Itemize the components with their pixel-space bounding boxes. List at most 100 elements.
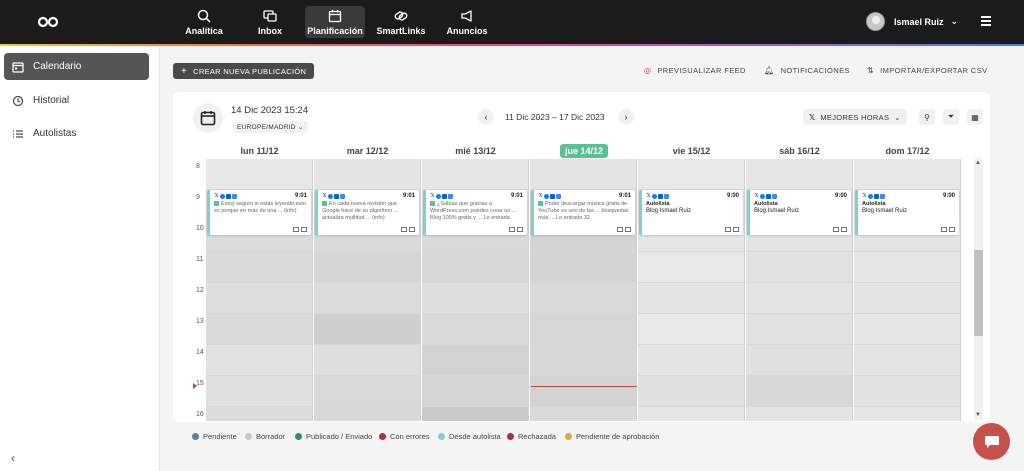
preview-icon[interactable] <box>833 227 839 232</box>
preview-icon[interactable] <box>941 227 947 232</box>
nav-ads[interactable]: Anuncios <box>445 6 489 38</box>
time-slot[interactable] <box>422 159 529 190</box>
time-slot[interactable] <box>746 376 853 407</box>
time-slot[interactable] <box>530 283 637 314</box>
filter-button[interactable]: ⏷ <box>943 109 959 125</box>
time-slot[interactable] <box>854 283 961 314</box>
time-slot[interactable] <box>638 376 745 407</box>
time-slot[interactable] <box>422 407 529 421</box>
time-slot[interactable] <box>854 345 961 376</box>
nav-inbox[interactable]: Inbox <box>250 6 290 38</box>
time-slot[interactable] <box>314 345 421 376</box>
time-slot[interactable] <box>530 252 637 283</box>
timezone-select[interactable]: EUROPE/MADRID ⌄ <box>233 121 308 133</box>
import-export-link[interactable]: ⇅ IMPORTAR/EXPORTAR CSV <box>867 66 988 75</box>
time-slot[interactable] <box>746 314 853 345</box>
time-slot[interactable] <box>206 314 313 345</box>
scroll-down-icon[interactable]: ▼ <box>975 412 981 418</box>
user-menu[interactable]: Ismael Ruiz ⌄ <box>866 12 958 31</box>
preview-icon[interactable] <box>617 227 623 232</box>
sidebar-item-history[interactable]: Historial <box>4 87 149 114</box>
time-slot[interactable] <box>314 314 421 345</box>
nav-analytics[interactable]: Analítica <box>180 6 228 38</box>
analytics-icon <box>197 9 211 23</box>
time-slot[interactable] <box>746 345 853 376</box>
time-slot[interactable] <box>530 159 637 190</box>
scheduled-post[interactable]: 𝕏 9:01 ¿Sabías que gracias a WordPress.co… <box>423 190 527 235</box>
copy-icon[interactable] <box>841 227 847 232</box>
chat-button[interactable] <box>973 423 1010 460</box>
time-slot[interactable] <box>854 314 961 345</box>
nav-smartlinks[interactable]: SmartLinks <box>376 6 426 38</box>
time-slot[interactable] <box>746 252 853 283</box>
next-week-button[interactable]: › <box>618 109 634 125</box>
collapse-sidebar-icon[interactable]: ‹ <box>11 451 15 465</box>
scroll-up-icon[interactable]: ▲ <box>975 160 981 166</box>
copy-icon[interactable] <box>949 227 955 232</box>
time-slot[interactable] <box>746 159 853 190</box>
sidebar-item-calendar[interactable]: Calendario <box>4 53 149 80</box>
scheduled-post[interactable]: 𝕏 9:01 Estoy seguro si estás leyendo esto… <box>207 190 311 235</box>
autolist-post[interactable]: 𝕏 9:00 Autolista Blog Ismael Ruiz <box>639 190 743 235</box>
nav-planning[interactable]: Planificación <box>305 6 365 38</box>
time-slot[interactable] <box>206 376 313 407</box>
time-slot[interactable] <box>314 159 421 190</box>
time-slot[interactable] <box>638 345 745 376</box>
time-slot[interactable] <box>206 407 313 421</box>
copy-icon[interactable] <box>517 227 523 232</box>
preview-icon[interactable] <box>401 227 407 232</box>
time-slot[interactable] <box>206 252 313 283</box>
time-slot[interactable] <box>314 252 421 283</box>
preview-icon[interactable] <box>293 227 299 232</box>
time-slot[interactable] <box>530 407 637 421</box>
best-hours-button[interactable]: 𝕏 MEJORES HORAS ⌄ <box>803 109 907 125</box>
scheduled-post[interactable]: 𝕏 9:01 En cada nueva revisión que Google … <box>315 190 419 235</box>
copy-icon[interactable] <box>733 227 739 232</box>
time-slot[interactable] <box>854 407 961 421</box>
autolist-post[interactable]: 𝕏 9:00 Autolista Blog Ismael Ruiz <box>747 190 851 235</box>
time-slot[interactable] <box>638 159 745 190</box>
autolist-post[interactable]: 𝕏 9:00 Autolista Blog Ismael Ruiz <box>855 190 959 235</box>
sidebar-item-autolists[interactable]: Autolistas <box>4 120 149 147</box>
legend-item: Rechazada <box>507 432 556 441</box>
time-slot[interactable] <box>314 407 421 421</box>
time-slot[interactable] <box>746 283 853 314</box>
time-slot[interactable] <box>530 345 637 376</box>
time-slot[interactable] <box>638 252 745 283</box>
preview-feed-link[interactable]: ◎ PREVISUALIZAR FEED <box>644 66 746 75</box>
logo-icon[interactable] <box>38 16 58 28</box>
time-slot[interactable] <box>638 283 745 314</box>
time-slot[interactable] <box>638 314 745 345</box>
scheduled-post[interactable]: 𝕏 9:01 Poder descargar música gratis de Y… <box>531 190 635 235</box>
time-slot[interactable] <box>422 376 529 407</box>
notifications-link[interactable]: 🔔︎ NOTIFICACIONES <box>764 66 850 75</box>
time-slot[interactable] <box>530 376 637 407</box>
time-slot[interactable] <box>422 252 529 283</box>
time-slot[interactable] <box>206 345 313 376</box>
time-slot[interactable] <box>206 283 313 314</box>
preview-icon[interactable] <box>725 227 731 232</box>
zoom-button[interactable]: ⚲ <box>919 109 935 125</box>
time-slot[interactable] <box>854 159 961 190</box>
time-slot[interactable] <box>854 376 961 407</box>
copy-icon[interactable] <box>409 227 415 232</box>
time-slot[interactable] <box>854 252 961 283</box>
create-post-button[interactable]: + CREAR NUEVA PUBLICACIÓN <box>173 63 315 79</box>
calendar-view-button[interactable]: ▦ <box>967 109 983 125</box>
copy-icon[interactable] <box>301 227 307 232</box>
time-slot[interactable] <box>314 376 421 407</box>
time-slot[interactable] <box>206 159 313 190</box>
time-slot[interactable] <box>422 283 529 314</box>
prev-week-button[interactable]: ‹ <box>478 109 494 125</box>
time-slot[interactable] <box>746 407 853 421</box>
preview-icon[interactable] <box>509 227 515 232</box>
sidebar-item-label: Autolistas <box>33 128 77 139</box>
menu-icon[interactable] <box>981 16 991 26</box>
copy-icon[interactable] <box>625 227 631 232</box>
grid-scrollbar-thumb[interactable] <box>974 250 983 336</box>
time-slot[interactable] <box>422 314 529 345</box>
time-slot[interactable] <box>638 407 745 421</box>
time-slot[interactable] <box>422 345 529 376</box>
time-slot[interactable] <box>530 314 637 345</box>
time-slot[interactable] <box>314 283 421 314</box>
